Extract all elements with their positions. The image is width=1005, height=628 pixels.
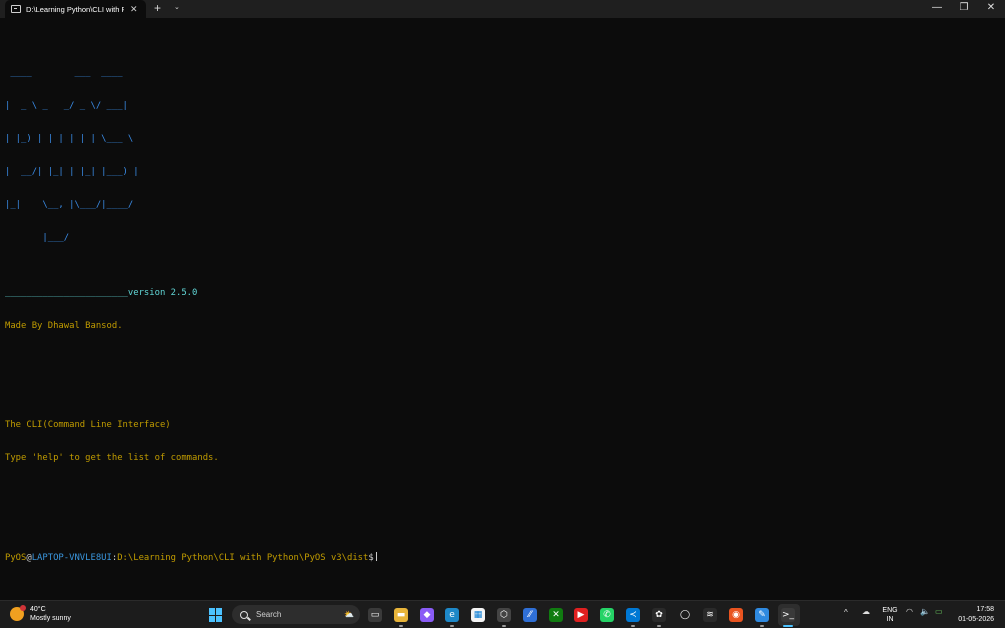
windows-logo-pane (216, 608, 222, 615)
prompt-host: LAPTOP-VNVLE8UI (31, 553, 112, 563)
search-icon (240, 610, 248, 619)
app-generic-icon[interactable]: ⬡ (497, 608, 511, 622)
sun-icon (10, 605, 26, 621)
editor-icon[interactable]: ⁄⁄ (523, 608, 537, 622)
store-icon[interactable]: ▦ (471, 608, 485, 622)
whatsapp-icon[interactable]: ✆ (600, 608, 614, 622)
command-prompt[interactable]: PyOS@LAPTOP-VNVLE8UI:D:\Learning Python\… (5, 552, 377, 564)
search-label: Search (256, 610, 282, 619)
close-button[interactable]: ✕ (982, 2, 1000, 13)
prompt-symbol: $ (368, 553, 374, 563)
circle-app-icon[interactable]: ◯ (678, 608, 692, 622)
file-explorer-icon[interactable]: ▬ (394, 608, 408, 622)
new-tab-button[interactable]: + (154, 1, 161, 15)
clock-date: 01-05-2026 (958, 616, 994, 623)
running-indicator (783, 625, 793, 627)
terminal-tab[interactable]: D:\Learning Python\CLI with P ✕ (5, 0, 146, 18)
ascii-logo: ____ ___ ____ | _ \ _ _/ _ \/ ___| | |_)… (5, 46, 377, 266)
running-indicator (760, 625, 764, 627)
running-indicator (450, 625, 454, 627)
sketch-app-icon[interactable]: ≋ (703, 608, 717, 622)
ascii-line: |_| \__, |\___/|____/ (5, 200, 134, 210)
battery-icon[interactable]: ▭ (935, 607, 943, 616)
tab-title: D:\Learning Python\CLI with P (26, 4, 124, 14)
vscode-icon[interactable]: ≺ (626, 608, 640, 622)
copilot-icon[interactable]: ◆ (420, 608, 434, 622)
ascii-line: | _ \ _ _/ _ \/ ___| (5, 101, 128, 111)
system-clock[interactable]: 17:58 01-05-2026 (952, 605, 994, 625)
onedrive-icon[interactable]: ☁ (862, 607, 870, 616)
ascii-line: | |_) | | | | | | \___ \ (5, 134, 134, 144)
xbox-icon[interactable]: ✕ (549, 608, 563, 622)
taskbar-search[interactable]: Search ⛅ (232, 605, 360, 624)
paint-icon[interactable]: ✎ (755, 608, 769, 622)
weather-temp: 40°C (30, 606, 46, 613)
text-cursor (375, 552, 377, 561)
running-indicator (502, 625, 506, 627)
language-indicator[interactable]: ENG IN (881, 606, 899, 624)
windows-logo-pane (216, 615, 222, 622)
language-code: ENG (882, 607, 898, 614)
terminal-output[interactable]: ____ ___ ____ | _ \ _ _/ _ \/ ___| | |_)… (5, 24, 377, 575)
running-indicator (657, 625, 661, 627)
region-code: IN (886, 616, 894, 623)
windows-logo-pane (209, 615, 215, 622)
terminal-icon (11, 5, 21, 13)
ascii-line: |___/ (5, 233, 70, 243)
ubuntu-icon[interactable]: ◉ (729, 608, 743, 622)
edge-icon[interactable]: e (445, 608, 459, 622)
title-bar: D:\Learning Python\CLI with P ✕ + ⌄ — ❐ … (0, 0, 1005, 18)
minimize-button[interactable]: — (928, 2, 946, 13)
youtube-icon[interactable]: ▶ (574, 608, 588, 622)
ascii-line: ____ ___ ____ (5, 68, 123, 78)
weather-condition: Mostly sunny (30, 615, 71, 622)
prompt-path: D:\Learning Python\CLI with Python\PyOS … (117, 553, 369, 563)
task-view-icon[interactable]: ▭ (368, 608, 382, 622)
terminal-icon[interactable]: >_ (781, 608, 795, 622)
search-highlight-icon: ⛅ (344, 610, 354, 619)
tray-chevron-icon[interactable]: ^ (844, 608, 848, 617)
volume-icon[interactable]: 🔈 (920, 607, 930, 616)
taskbar: 40°C Mostly sunny Search ⛅ ▭ ▬ ◆ e ▦ ⬡ ⁄⁄ ✕ ▶ ✆ ≺ ✿… (0, 600, 1005, 628)
maximize-button[interactable]: ❐ (955, 2, 973, 13)
running-indicator (399, 625, 403, 627)
clock-time: 17:58 (976, 606, 994, 613)
chatgpt-icon[interactable]: ✿ (652, 608, 666, 622)
prompt-user: PyOS (5, 553, 27, 563)
help-hint: Type 'help' to get the list of commands. (5, 453, 219, 463)
running-indicator (631, 625, 635, 627)
version-line: _______________________version 2.5.0 (5, 288, 198, 298)
weather-widget[interactable]: 40°C Mostly sunny (10, 605, 71, 623)
tab-dropdown-icon[interactable]: ⌄ (174, 3, 180, 11)
cli-description: The CLI(Command Line Interface) (5, 420, 171, 430)
ascii-line: | __/| |_| | |_| |___) | (5, 167, 139, 177)
author-line: Made By Dhawal Bansod. (5, 321, 123, 331)
tab-close-icon[interactable]: ✕ (130, 4, 138, 15)
windows-logo-pane (209, 608, 215, 615)
start-button[interactable] (209, 608, 223, 622)
wifi-icon[interactable]: ◠ (906, 607, 913, 616)
